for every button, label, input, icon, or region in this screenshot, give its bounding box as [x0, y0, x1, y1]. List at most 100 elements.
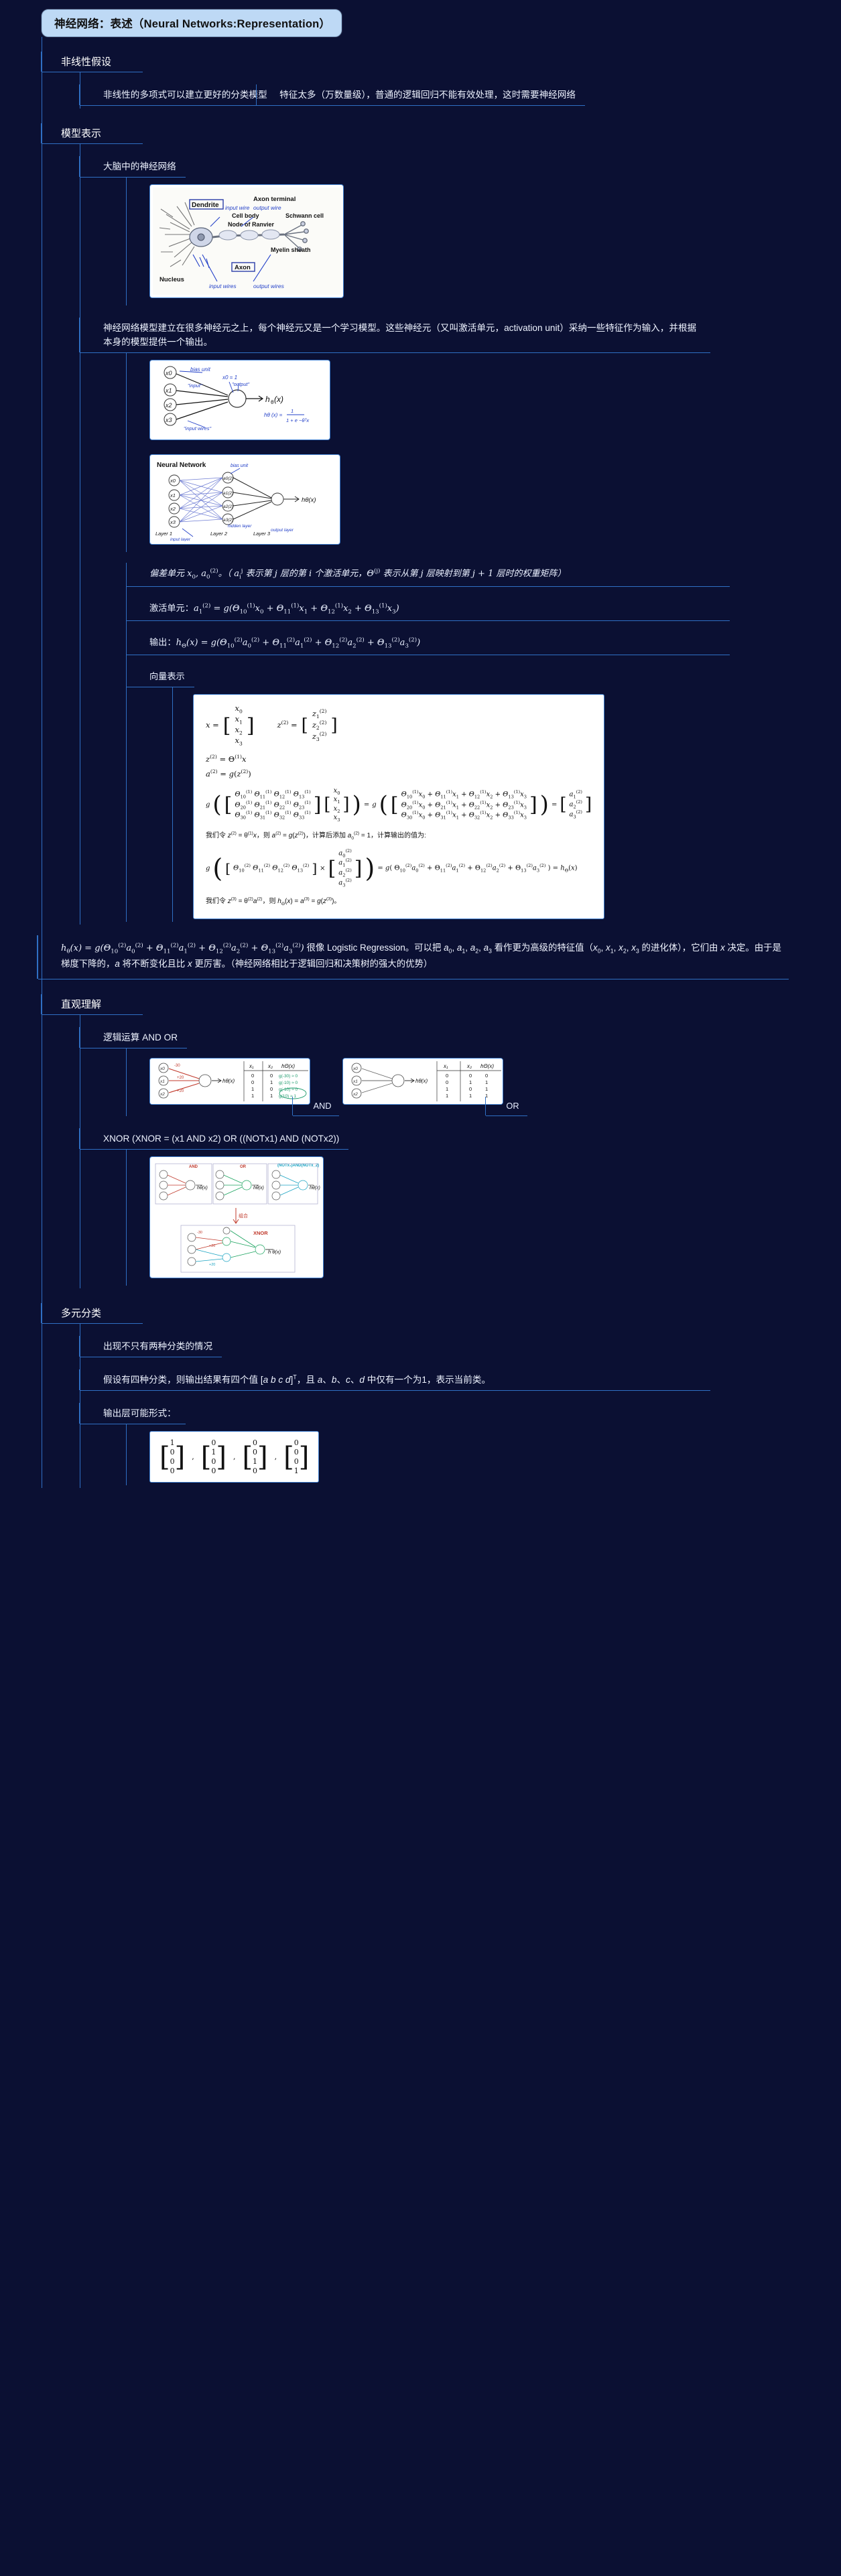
svg-text:"input": "input"	[188, 383, 202, 389]
svg-text:x0: x0	[170, 478, 176, 484]
svg-text:hidden layer: hidden layer	[228, 524, 252, 529]
svg-text:hΘ(x): hΘ(x)	[480, 1063, 494, 1069]
section-title-intuitive[interactable]: 直观理解	[41, 994, 143, 1015]
svg-text:1: 1	[446, 1086, 448, 1092]
node-xnor-title[interactable]: XNOR (XNOR = (x1 AND x2) OR ((NOTx1) AND…	[79, 1128, 349, 1150]
model-summary-node: hθ(x) = g(Θ10(2)a0(2) + Θ11(2)a1(2) + Θ1…	[37, 935, 841, 979]
svg-text:g(-10) ≈ 0: g(-10) ≈ 0	[279, 1081, 298, 1085]
svg-text:hθ(x): hθ(x)	[415, 1078, 428, 1084]
single-neuron-branch: x0 x1 x2 x3 h θ (x) bias unit x0 = 1 "in…	[126, 353, 841, 448]
brain-neuron-image[interactable]: Dendrite Axon Axon terminal Cell body No…	[149, 184, 344, 299]
node-output-layer-forms[interactable]: 输出层可能形式：	[79, 1403, 186, 1425]
node-bias-unit[interactable]: 偏差单元 x0, a0(2)。（ aij 表示第 j 层的第 i 个激活单元，Θ…	[125, 563, 730, 587]
svg-text:x0 = 1: x0 = 1	[222, 375, 237, 381]
vector-branch: x = [ x0 x1 x2 x3 ] z(2) = [ z1(2) z2(2) z3(2…	[172, 687, 841, 922]
activation-formula: a1(2) = g(Θ10(1)x0 + Θ11(1)x1 + Θ12(1)x2…	[193, 602, 399, 616]
single-neuron-svg: x0 x1 x2 x3 h θ (x) bias unit x0 = 1 "in…	[153, 363, 327, 437]
node-and-caption[interactable]: AND	[292, 1096, 340, 1117]
svg-text:output wire: output wire	[253, 204, 281, 211]
svg-text:hθ(x): hθ(x)	[253, 1186, 264, 1191]
node-nn-model-description[interactable]: 神经网络模型建立在很多神经元之上，每个神经元又是一个学习模型。这些神经元（又叫激…	[79, 318, 710, 354]
svg-text:Layer 3: Layer 3	[253, 531, 271, 537]
svg-text:x1: x1	[159, 1079, 165, 1084]
node-multiclass-intro[interactable]: 出现不只有两种分类的情况	[79, 1336, 222, 1358]
svg-text:x2: x2	[159, 1092, 165, 1097]
svg-text:0: 0	[469, 1086, 472, 1092]
svg-text:1: 1	[485, 1086, 488, 1092]
svg-text:g(-30) ≈ 0: g(-30) ≈ 0	[279, 1074, 298, 1079]
or-gate-image[interactable]: x0 x1 x2 hθ(x) x₁ x₂ hΘ(x) 0 0 0 0 1 1 1…	[342, 1057, 503, 1105]
svg-text:input layer: input layer	[170, 537, 191, 541]
section-multiclass-children: 出现不只有两种分类的情况 假设有四种分类，则输出结果有四个值 [a b c d]…	[79, 1324, 841, 1489]
brain-neuron-svg: Dendrite Axon Axon terminal Cell body No…	[153, 188, 340, 295]
svg-text:(NOTx₁)AND(NOTx_2): (NOTx₁)AND(NOTx_2)	[277, 1164, 319, 1168]
svg-text:0: 0	[270, 1073, 273, 1079]
section-model-representation: 模型表示 大脑中的神经网络 Dendrite Axon Axon termina…	[41, 109, 841, 925]
section-multiclass: 多元分类 出现不只有两种分类的情况 假设有四种分类，则输出结果有四个值 [a b…	[41, 1288, 841, 1489]
brain-image-branch: Dendrite Axon Axon terminal Cell body No…	[126, 178, 841, 306]
node-model-summary[interactable]: hθ(x) = g(Θ10(2)a0(2) + Θ11(2)a1(2) + Θ1…	[37, 935, 789, 979]
svg-text:1: 1	[270, 1079, 273, 1085]
section-title-nonlinear[interactable]: 非线性假设	[41, 52, 143, 72]
svg-text:"input wires": "input wires"	[184, 425, 212, 431]
svg-text:1: 1	[446, 1093, 448, 1099]
svg-text:x3: x3	[170, 519, 176, 525]
node-too-many-features[interactable]: 特征太多（万数量级），普通的逻辑回归不能有效处理，这时需要神经网络	[255, 84, 585, 107]
neural-network-image[interactable]: Neural Network x0 x1 x2 x3 a0(2) a1(2) a…	[149, 454, 340, 545]
svg-text:1 + e −θᵀx: 1 + e −θᵀx	[286, 417, 309, 423]
svg-text:h θ(x): h θ(x)	[268, 1249, 281, 1255]
svg-text:-30: -30	[174, 1064, 180, 1068]
mindmap-page: 神经网络：表述（Neural Networks:Representation） …	[0, 0, 841, 2576]
and-or-branch: x0 x1 x2 -30 +20 +20 hθ(x) x₁ x₂ hΘ(x) 0…	[126, 1048, 841, 1117]
xnor-image[interactable]: AND OR (NOTx₁)AND(NOTx_2) hθ(x) hθ(x) hθ…	[149, 1156, 324, 1279]
section-intuitive-children: 逻辑运算 AND OR x0 x1 x2 -30 +20 +20 hθ(x) x…	[79, 1014, 841, 1289]
node-or-caption[interactable]: OR	[485, 1096, 527, 1117]
vector-formula-card[interactable]: x = [ x0 x1 x2 x3 ] z(2) = [ z1(2) z2(2) z3(2…	[193, 694, 605, 919]
svg-text:+20: +20	[177, 1076, 184, 1080]
node-brain-neural-network[interactable]: 大脑中的神经网络	[79, 156, 186, 178]
svg-text:0: 0	[251, 1073, 254, 1079]
node-nonlinear-poly[interactable]: 非线性的多项式可以建立更好的分类模型	[79, 84, 277, 107]
section-title-model-representation[interactable]: 模型表示	[41, 123, 143, 145]
single-neuron-image[interactable]: x0 x1 x2 x3 h θ (x) bias unit x0 = 1 "in…	[149, 360, 330, 441]
svg-text:"output": "output"	[232, 381, 250, 387]
svg-text:a1(2): a1(2)	[223, 491, 233, 496]
svg-text:Myelin sheath: Myelin sheath	[271, 247, 311, 253]
svg-text:x0: x0	[352, 1067, 358, 1071]
svg-text:0: 0	[469, 1073, 472, 1079]
node-output-formula[interactable]: 输出：hΘ(x) = g(Θ10(2)a0(2) + Θ11(2)a1(2) +…	[125, 631, 730, 656]
svg-text:1: 1	[485, 1079, 488, 1085]
formula-branch: 偏差单元 x0, a0(2)。（ aij 表示第 j 层的第 i 个激活单元，Θ…	[125, 563, 841, 922]
multiclass-vector-card[interactable]: [1 0 0 0] , [0 1 0 0] , [0 0 1 0] , [0 0 0 1]	[149, 1431, 320, 1483]
svg-text:1: 1	[270, 1093, 273, 1099]
root-title[interactable]: 神经网络：表述（Neural Networks:Representation）	[42, 9, 342, 37]
node-activation-unit[interactable]: 激活单元：a1(2) = g(Θ10(1)x0 + Θ11(1)x1 + Θ12…	[125, 597, 730, 621]
svg-text:Neural Network: Neural Network	[157, 462, 206, 469]
svg-text:Cell body: Cell body	[232, 212, 259, 219]
svg-text:hθ(x): hθ(x)	[222, 1078, 235, 1084]
node-multiclass-detail[interactable]: 假设有四种分类，则输出结果有四个值 [a b c d]T，且 a、b、c、d 中…	[79, 1369, 710, 1392]
svg-text:Axon: Axon	[235, 264, 251, 271]
node-vector-representation[interactable]: 向量表示	[125, 666, 194, 688]
svg-text:Schwann cell: Schwann cell	[285, 212, 324, 219]
and-gate-image[interactable]: x0 x1 x2 -30 +20 +20 hθ(x) x₁ x₂ hΘ(x) 0…	[149, 1057, 310, 1105]
svg-text:x2: x2	[352, 1092, 358, 1097]
svg-text:bias unit: bias unit	[231, 464, 249, 468]
svg-text:output wires: output wires	[253, 283, 285, 289]
section-model-children: 大脑中的神经网络 Dendrite Axon Axon terminal Cel…	[79, 144, 841, 925]
svg-text:-30: -30	[197, 1231, 202, 1235]
svg-text:+20: +20	[177, 1089, 184, 1093]
svg-text:0: 0	[446, 1073, 448, 1079]
svg-text:Node of Ranvier: Node of Ranvier	[228, 221, 275, 228]
node-logic-and-or[interactable]: 逻辑运算 AND OR	[79, 1026, 188, 1048]
multiclass-vectors-branch: [1 0 0 0] , [0 1 0 0] , [0 0 1 0] , [0 0 0 1]	[126, 1424, 841, 1486]
svg-text:0: 0	[485, 1073, 488, 1079]
section-nonlinear-children: 非线性的多项式可以建立更好的分类模型 特征太多（万数量级），普通的逻辑回归不能有…	[79, 72, 841, 109]
svg-text:0: 0	[270, 1086, 273, 1092]
svg-text:hΘ(x): hΘ(x)	[281, 1063, 295, 1069]
model-summary-text: hθ(x) = g(Θ10(2)a0(2) + Θ11(2)a1(2) + Θ1…	[61, 942, 304, 955]
svg-text:x0: x0	[159, 1067, 165, 1071]
section-title-multiclass[interactable]: 多元分类	[41, 1303, 143, 1325]
svg-text:组合: 组合	[239, 1213, 248, 1219]
svg-text:x1: x1	[352, 1079, 358, 1084]
